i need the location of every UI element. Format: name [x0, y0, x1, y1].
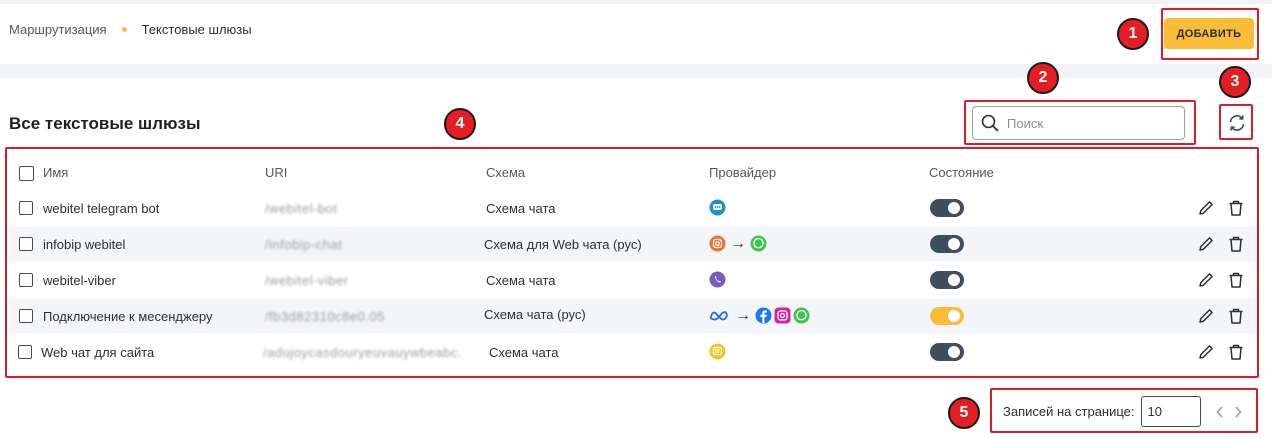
- breadcrumb-separator: [121, 27, 127, 32]
- breadcrumb-root[interactable]: Маршрутизация: [9, 22, 107, 37]
- annotation-box-refresh: [1219, 104, 1253, 140]
- annotation-marker-1: 1: [1117, 18, 1149, 50]
- annotation-marker-5: 5: [948, 397, 980, 429]
- breadcrumb: Маршрутизация Текстовые шлюзы: [9, 22, 252, 37]
- annotation-box-table: [5, 147, 1259, 378]
- page-title: Все текстовые шлюзы: [9, 114, 201, 133]
- annotation-marker-2: 2: [1027, 62, 1059, 94]
- annotation-box-search: [964, 100, 1196, 145]
- annotation-box-pagination: [990, 388, 1258, 433]
- annotation-marker-3: 3: [1219, 66, 1251, 98]
- annotation-box-add: [1161, 8, 1259, 60]
- annotation-marker-4: 4: [444, 108, 476, 140]
- breadcrumb-current: Текстовые шлюзы: [141, 22, 252, 37]
